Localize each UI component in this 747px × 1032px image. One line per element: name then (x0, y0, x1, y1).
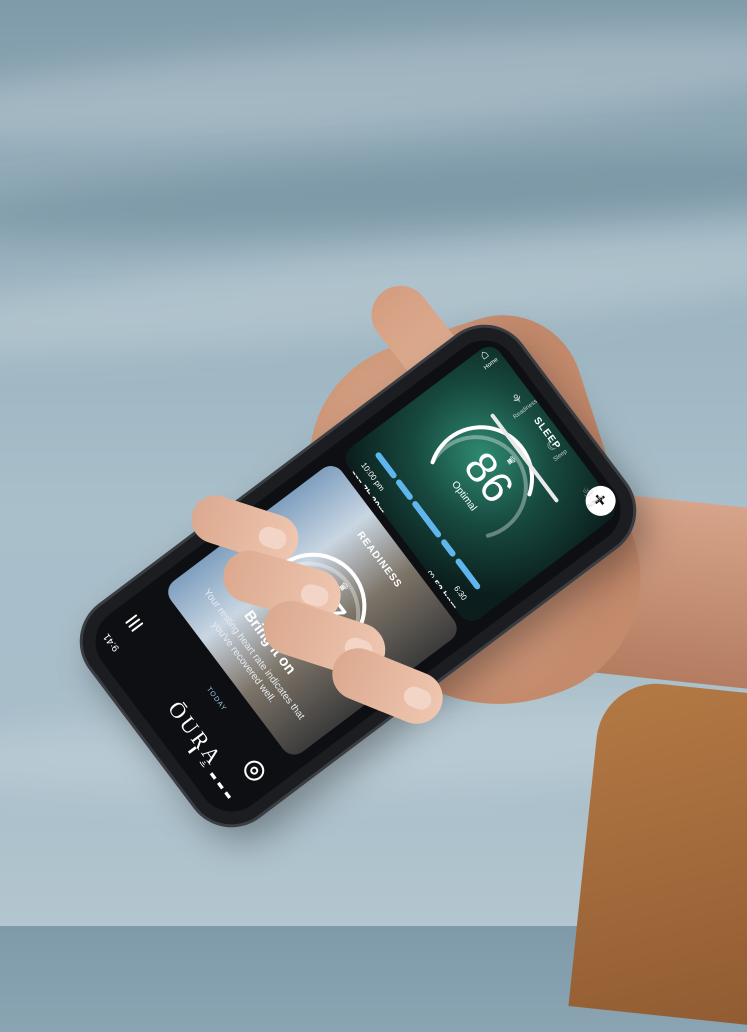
profile-icon[interactable] (240, 756, 269, 785)
nav-activity[interactable]: ♨ Activity (570, 476, 610, 514)
nav-sleep[interactable]: ☾ Sleep (535, 430, 575, 468)
tab-today[interactable]: TODAY (205, 686, 228, 713)
nav-home[interactable]: ⌂ Home (467, 338, 506, 376)
sleep-end-time: 6:30 (452, 584, 469, 602)
menu-icon[interactable] (125, 614, 144, 633)
nav-readiness[interactable]: ⚘ Readiness (500, 383, 540, 421)
